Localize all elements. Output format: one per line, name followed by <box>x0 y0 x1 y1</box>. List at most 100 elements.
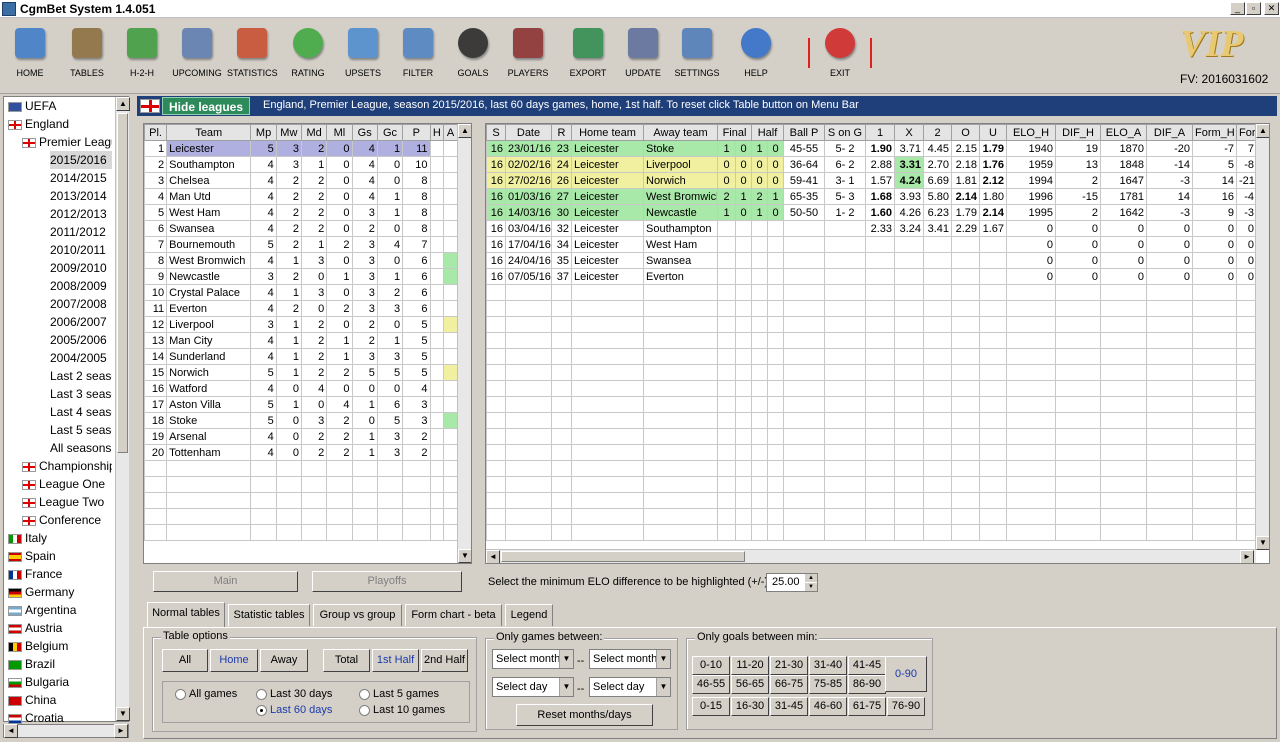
column-header[interactable]: S <box>486 124 506 141</box>
table-row[interactable]: 16 02/02/16 24 Leicester Liverpool 0 0 0 0 36-64 6… <box>486 156 1257 173</box>
table-row[interactable]: 6 Swansea 4 2 2 0 2 0 8 <box>144 220 458 237</box>
tree-scrollbar[interactable]: ▲ ▼ <box>115 97 130 721</box>
column-header[interactable]: DIF_H <box>1055 124 1101 141</box>
table-row[interactable]: 4 Man Utd 4 2 2 0 4 1 8 <box>144 188 458 205</box>
column-header[interactable]: A <box>443 124 458 141</box>
hide-leagues-button[interactable]: Hide leagues <box>162 97 250 115</box>
scroll-thumb[interactable] <box>117 113 128 453</box>
table-row[interactable]: 12 Liverpool 3 1 2 0 2 0 5 <box>144 316 458 333</box>
table-row[interactable] <box>486 412 1257 429</box>
scroll-down-icon[interactable]: ▼ <box>1256 536 1269 550</box>
toolbar-exit-button[interactable]: EXIT <box>815 24 865 78</box>
goals-range-button[interactable]: 66-75 <box>770 675 808 694</box>
toolbar-update-button[interactable]: UPDATE <box>618 24 668 78</box>
column-header[interactable]: DIF_A <box>1146 124 1193 141</box>
tab-statistic-tables[interactable]: Statistic tables <box>228 604 310 626</box>
column-header[interactable]: Final <box>717 124 752 141</box>
tree-hscrollbar[interactable]: ◄ ► <box>3 724 129 738</box>
column-header[interactable]: Form_H <box>1192 124 1237 141</box>
table-row[interactable] <box>144 508 458 525</box>
column-header[interactable]: P <box>402 124 431 141</box>
half-total-button[interactable]: Total <box>323 649 370 672</box>
toolbar-upcoming-button[interactable]: UPCOMING <box>172 24 222 78</box>
tree-item[interactable]: 2012/2013 <box>50 205 112 223</box>
column-header[interactable]: ELO_H <box>1006 124 1056 141</box>
table-row[interactable] <box>144 524 458 541</box>
maximize-button[interactable]: ▫ <box>1246 2 1261 15</box>
tree-item[interactable]: Germany <box>8 583 112 601</box>
table-row[interactable]: 2 Southampton 4 3 1 0 4 0 10 <box>144 156 458 173</box>
tree-item[interactable]: Spain <box>8 547 112 565</box>
tree-item[interactable]: 2004/2005 <box>50 349 112 367</box>
tree-item[interactable]: Argentina <box>8 601 112 619</box>
goals-range-button[interactable]: 46-55 <box>692 675 730 694</box>
table-row[interactable]: 10 Crystal Palace 4 1 3 0 3 2 6 <box>144 284 458 301</box>
goals-range-button[interactable]: 16-30 <box>731 697 769 716</box>
radio-last-5-games[interactable]: Last 5 games <box>359 688 439 700</box>
goals-range-button[interactable]: 0-15 <box>692 697 730 716</box>
tree-item[interactable]: 2005/2006 <box>50 331 112 349</box>
toolbar-filter-button[interactable]: FILTER <box>393 24 443 78</box>
toolbar-export-button[interactable]: EXPORT <box>563 24 613 78</box>
tab-group-vs-group[interactable]: Group vs group <box>313 604 402 626</box>
main-button[interactable]: Main <box>153 571 298 592</box>
goals-range-button[interactable]: 86-90 <box>848 675 886 694</box>
toolbar-upsets-button[interactable]: UPSETS <box>338 24 388 78</box>
elo-spinner[interactable]: 25.00 ▲ ▼ <box>766 573 818 592</box>
table-row[interactable] <box>144 492 458 509</box>
tree-item[interactable]: 2007/2008 <box>50 295 112 313</box>
matches-scrollbar[interactable]: ▲ ▼ <box>1255 124 1269 550</box>
column-header[interactable]: Md <box>300 124 328 141</box>
tab-form-chart-beta[interactable]: Form chart - beta <box>405 604 502 626</box>
tree-item[interactable]: Championship <box>22 457 112 475</box>
table-row[interactable] <box>486 428 1257 445</box>
tree-item[interactable]: 2010/2011 <box>50 241 112 259</box>
tree-item[interactable]: China <box>8 691 112 709</box>
column-header[interactable]: S on G <box>824 124 866 141</box>
column-header[interactable]: Date <box>505 124 552 141</box>
table-row[interactable] <box>486 332 1257 349</box>
goals-range-button[interactable]: 31-45 <box>770 697 808 716</box>
close-button[interactable]: ✕ <box>1264 2 1279 15</box>
goals-range-button[interactable]: 76-90 <box>887 697 925 716</box>
toolbar-settings-button[interactable]: SETTINGS <box>672 24 722 78</box>
goals-range-button[interactable]: 0-10 <box>692 656 730 675</box>
table-row[interactable] <box>144 460 458 477</box>
scroll-up-icon[interactable]: ▲ <box>116 97 130 111</box>
minimize-button[interactable]: _ <box>1230 2 1245 15</box>
goals-range-button[interactable]: 56-65 <box>731 675 769 694</box>
tree-item[interactable]: Last 2 seasons <box>50 367 112 385</box>
tree-item[interactable]: 2008/2009 <box>50 277 112 295</box>
toolbar-h-2-h-button[interactable]: H-2-H <box>117 24 167 78</box>
column-header[interactable]: H <box>429 124 445 141</box>
reset-months-days-button[interactable]: Reset months/days <box>516 704 653 726</box>
table-row[interactable]: 14 Sunderland 4 1 2 1 3 3 5 <box>144 348 458 365</box>
matches-hscrollbar[interactable]: ◄ ► <box>486 549 1256 563</box>
table-row[interactable] <box>486 380 1257 397</box>
table-row[interactable]: 16 03/04/16 32 Leicester Southampton 2.33 3.24… <box>486 220 1257 237</box>
toolbar-home-button[interactable]: HOME <box>5 24 55 78</box>
table-row[interactable]: 15 Norwich 5 1 2 2 5 5 5 <box>144 364 458 381</box>
goals-range-button[interactable]: 11-20 <box>731 656 769 675</box>
tree-item[interactable]: 2015/2016 <box>50 151 112 169</box>
half-first-button[interactable]: 1st Half <box>372 649 419 672</box>
radio-last-60-days[interactable]: Last 60 days <box>256 704 332 716</box>
column-header[interactable]: R <box>551 124 572 141</box>
goals-range-button[interactable]: 61-75 <box>848 697 886 716</box>
tab-normal-tables[interactable]: Normal tables <box>147 602 225 627</box>
scope-all-button[interactable]: All <box>162 649 208 672</box>
scroll-up-icon[interactable]: ▲ <box>1256 124 1269 138</box>
playoffs-button[interactable]: Playoffs <box>312 571 462 592</box>
standings-scrollbar[interactable]: ▲ ▼ <box>457 124 471 563</box>
table-row[interactable]: 18 Stoke 5 0 3 2 0 5 3 <box>144 412 458 429</box>
tree-item[interactable]: Bulgaria <box>8 673 112 691</box>
toolbar-statistics-button[interactable]: STATISTICS <box>227 24 278 78</box>
toolbar-help-button[interactable]: HELP <box>731 24 781 78</box>
scope-away-button[interactable]: Away <box>260 649 308 672</box>
column-header[interactable]: 2 <box>923 124 952 141</box>
scroll-up-icon[interactable]: ▲ <box>458 124 471 138</box>
goals-range-button[interactable]: 21-30 <box>770 656 808 675</box>
column-header[interactable]: 1 <box>865 124 895 141</box>
goals-range-button[interactable]: 31-40 <box>809 656 847 675</box>
column-header[interactable]: Half <box>751 124 784 141</box>
